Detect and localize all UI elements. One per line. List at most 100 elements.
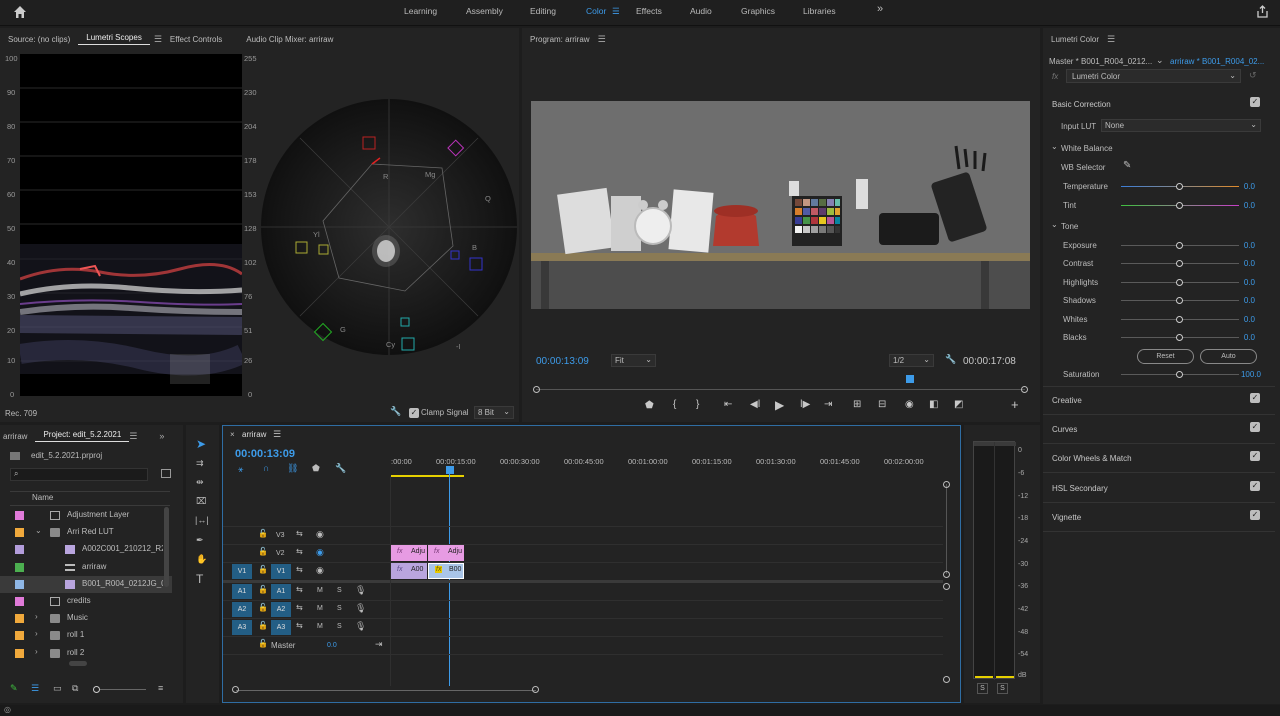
new-bin-icon[interactable] xyxy=(161,469,171,478)
project-list-item[interactable]: credits xyxy=(0,593,172,610)
vignette-checkbox[interactable]: ✓ xyxy=(1250,510,1260,520)
label-color-swatch[interactable] xyxy=(15,648,24,658)
share-icon[interactable] xyxy=(1256,5,1269,18)
more-workspaces-icon[interactable]: » xyxy=(877,3,883,15)
workspace-color[interactable]: Color xyxy=(586,6,606,16)
timeline-tab[interactable]: arriraw xyxy=(242,430,266,439)
wrench-icon[interactable]: 🔧 xyxy=(945,354,956,365)
whites-slider[interactable] xyxy=(1121,316,1239,323)
contrast-value[interactable]: 0.0 xyxy=(1244,259,1255,268)
label-color-swatch[interactable] xyxy=(15,562,24,572)
auto-button[interactable]: Auto xyxy=(1200,349,1257,364)
reset-button[interactable]: Reset xyxy=(1137,349,1194,364)
work-area-bar[interactable] xyxy=(391,475,464,477)
zoom-slider-knob[interactable] xyxy=(93,686,100,693)
v2-adjustment-clip-2[interactable]: fx Adju xyxy=(428,545,464,561)
timeline-horizontal-scrollbar[interactable] xyxy=(236,690,536,691)
extract-icon[interactable]: ⊟ xyxy=(878,399,886,410)
time-ruler[interactable]: :00:00 00:00:15:00 00:00:30:00 00:00:45:… xyxy=(391,454,951,477)
sync-lock-icon[interactable]: ⇆ xyxy=(296,621,303,630)
twirl-icon[interactable]: › xyxy=(35,612,38,621)
hsl-secondary-header[interactable]: HSL Secondary xyxy=(1052,484,1108,493)
home-icon[interactable] xyxy=(13,5,27,19)
tint-value[interactable]: 0.0 xyxy=(1244,201,1255,210)
freeform-view-icon[interactable]: ⧉ xyxy=(72,683,78,694)
sync-lock-icon[interactable]: ⇆ xyxy=(296,565,303,574)
temperature-value[interactable]: 0.0 xyxy=(1244,182,1255,191)
white-balance-twirl-icon[interactable]: ⌄ xyxy=(1051,142,1058,151)
v1-video-clip-b001[interactable]: fx B00 xyxy=(428,563,464,579)
solo-button[interactable]: S xyxy=(337,623,342,630)
project-list-scrollbar[interactable] xyxy=(164,507,169,587)
exposure-slider[interactable] xyxy=(1121,242,1239,249)
project-list-item[interactable]: arriraw xyxy=(0,559,172,576)
program-playhead[interactable] xyxy=(906,375,915,383)
vignette-header[interactable]: Vignette xyxy=(1052,513,1081,522)
project-list-item[interactable]: › roll 1 xyxy=(0,627,172,644)
source-patch-v1[interactable]: V1 xyxy=(232,564,252,579)
solo-left-button[interactable]: S xyxy=(977,683,988,694)
v1-video-clip-a002[interactable]: fx A00 xyxy=(391,563,427,579)
v2-adjustment-clip-1[interactable]: fx Adju xyxy=(391,545,427,561)
add-marker-icon[interactable]: ⬟ xyxy=(645,400,654,411)
highlights-value[interactable]: 0.0 xyxy=(1244,278,1255,287)
lift-icon[interactable]: ⊞ xyxy=(853,399,861,410)
more-panels-icon[interactable]: » xyxy=(159,431,164,441)
microphone-icon[interactable]: 🎙 xyxy=(355,621,366,632)
mute-button[interactable]: M xyxy=(317,605,323,612)
settings-wrench-icon[interactable]: 🔧 xyxy=(335,463,346,474)
highlights-knob[interactable] xyxy=(1176,279,1183,286)
add-button-icon[interactable]: + xyxy=(1011,397,1019,412)
white-balance-header[interactable]: White Balance xyxy=(1061,144,1113,153)
project-search-input[interactable]: ⌕ xyxy=(10,468,148,481)
hand-tool-icon[interactable]: ✋ xyxy=(196,554,207,565)
eyedropper-icon[interactable]: ✎ xyxy=(1123,160,1131,171)
program-scrub-bar[interactable] xyxy=(533,375,1028,393)
lock-icon[interactable]: 🔓 xyxy=(258,585,268,594)
tab-audio-clip-mixer[interactable]: Audio Clip Mixer: arriraw xyxy=(238,35,341,44)
track-target-a1[interactable]: A1 xyxy=(271,584,291,599)
blacks-slider[interactable] xyxy=(1121,334,1239,341)
sync-lock-icon[interactable]: ⇆ xyxy=(296,529,303,538)
temperature-knob[interactable] xyxy=(1176,183,1183,190)
master-clip-label[interactable]: Master * B001_R004_0212... xyxy=(1049,57,1152,66)
highlights-slider[interactable] xyxy=(1121,279,1239,286)
go-to-out-icon[interactable]: ⇥ xyxy=(824,399,832,410)
resolution-select[interactable]: 1/2 ⌄ xyxy=(889,354,934,367)
export-frame-icon[interactable]: ◉ xyxy=(905,399,914,410)
clamp-signal-checkbox[interactable]: ✓ xyxy=(409,408,419,418)
workspace-graphics[interactable]: Graphics xyxy=(741,6,775,16)
eye-hidden-icon[interactable]: ◉ xyxy=(316,547,324,558)
lumetri-effect-select[interactable]: Lumetri Color ⌄ xyxy=(1066,69,1241,83)
project-list-item[interactable]: A002C001_210212_R2 xyxy=(0,541,172,558)
panel-menu-icon[interactable]: ☰ xyxy=(273,429,281,440)
reset-effect-icon[interactable]: ↺ xyxy=(1249,70,1257,81)
blacks-value[interactable]: 0.0 xyxy=(1244,333,1255,342)
basic-correction-header[interactable]: Basic Correction xyxy=(1052,100,1111,109)
saturation-slider[interactable] xyxy=(1121,371,1239,378)
panel-menu-icon[interactable]: ☰ xyxy=(1107,34,1115,45)
step-back-icon[interactable]: ◀ǀ xyxy=(750,399,760,410)
twirl-icon[interactable]: › xyxy=(35,629,38,638)
program-in-point[interactable] xyxy=(533,386,540,393)
audio-scroll-top-handle[interactable] xyxy=(943,583,950,590)
label-color-swatch[interactable] xyxy=(15,597,24,606)
slip-tool-icon[interactable]: |↔| xyxy=(195,515,209,525)
solo-right-button[interactable]: S xyxy=(997,683,1008,694)
audio-scroll-bottom-handle[interactable] xyxy=(943,676,950,683)
creative-checkbox[interactable]: ✓ xyxy=(1250,393,1260,403)
workspace-menu-icon[interactable]: ☰ xyxy=(612,6,620,17)
program-out-point[interactable] xyxy=(1021,386,1028,393)
status-icon[interactable]: ◎ xyxy=(4,705,11,714)
program-video-frame[interactable] xyxy=(531,101,1030,309)
track-target-a2[interactable]: A2 xyxy=(271,602,291,617)
close-icon[interactable]: × xyxy=(230,430,235,439)
label-color-swatch[interactable] xyxy=(15,528,24,538)
tab-project[interactable]: Project: edit_5.2.2021 xyxy=(35,430,130,442)
panel-menu-icon[interactable]: ☰ xyxy=(154,34,162,45)
go-to-end-icon[interactable]: ⇥ xyxy=(375,639,383,650)
lock-icon[interactable]: 🔓 xyxy=(258,639,268,648)
temperature-slider[interactable] xyxy=(1121,183,1239,190)
timeline-zoom-right-handle[interactable] xyxy=(532,686,539,693)
project-list-item[interactable]: Adjustment Layer xyxy=(0,507,172,524)
